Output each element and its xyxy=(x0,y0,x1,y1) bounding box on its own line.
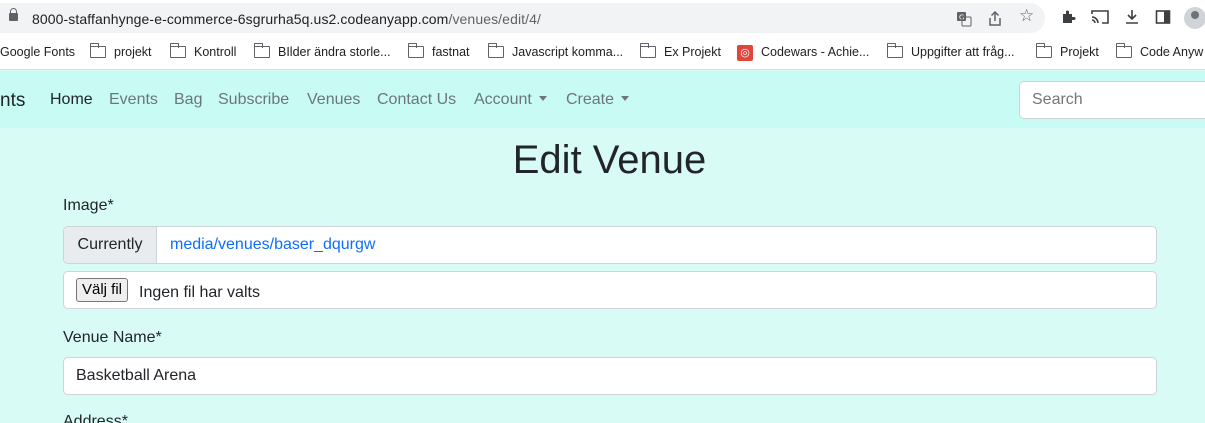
sidepanel-icon[interactable] xyxy=(1155,9,1171,29)
codewars-icon: ◎ xyxy=(737,45,753,61)
bookmark-javascript[interactable]: Javascript komma... xyxy=(512,45,623,59)
address-label: Address* xyxy=(63,413,128,423)
folder-icon xyxy=(886,43,903,58)
browser-toolbar: 8000-staffanhynge-e-commerce-6sgrurha5q.… xyxy=(0,0,1205,36)
folder-icon xyxy=(253,43,270,58)
lock-icon[interactable] xyxy=(9,8,18,21)
nav-home[interactable]: Home xyxy=(50,91,93,109)
translate-icon[interactable]: G xyxy=(956,11,972,29)
venue-name-input[interactable] xyxy=(63,357,1157,395)
file-status-text: Ingen fil har valts xyxy=(139,284,260,301)
page-title: Edit Venue xyxy=(512,138,707,182)
folder-icon xyxy=(169,43,186,58)
share-icon[interactable] xyxy=(988,10,1002,29)
choose-file-button[interactable]: Välj fil xyxy=(76,278,129,302)
star-icon[interactable]: ☆ xyxy=(1019,7,1034,24)
search-input[interactable] xyxy=(1019,81,1205,119)
nav-bag[interactable]: Bag xyxy=(174,91,202,109)
nav-events[interactable]: Events xyxy=(109,91,158,109)
caret-down-icon xyxy=(538,96,547,101)
folder-icon xyxy=(407,43,424,58)
bookmark-code-anywhere[interactable]: Code Anyw xyxy=(1140,45,1203,59)
url-text[interactable]: 8000-staffanhynge-e-commerce-6sgrurha5q.… xyxy=(32,11,541,27)
nav-contact-us[interactable]: Contact Us xyxy=(377,91,456,109)
bookmark-codewars[interactable]: Codewars - Achie... xyxy=(761,45,869,59)
bookmarks-bar: Google Fonts projekt Kontroll BIlder änd… xyxy=(0,36,1205,70)
folder-icon xyxy=(1035,43,1052,58)
url-host: 8000-staffanhynge-e-commerce-6sgrurha5q.… xyxy=(32,11,449,27)
address-bar[interactable]: 8000-staffanhynge-e-commerce-6sgrurha5q.… xyxy=(0,3,1045,33)
extensions-icon[interactable] xyxy=(1060,9,1076,29)
site-brand[interactable]: nts xyxy=(0,90,25,112)
nav-venues[interactable]: Venues xyxy=(307,91,360,109)
nav-subscribe[interactable]: Subscribe xyxy=(218,91,289,109)
download-icon[interactable] xyxy=(1124,9,1140,29)
current-image-group: Currently media/venues/baser_dqurgw xyxy=(63,226,1157,264)
nav-create-label: Create xyxy=(566,91,615,108)
bookmark-fastnat[interactable]: fastnat xyxy=(432,45,470,59)
bookmark-ex-projekt[interactable]: Ex Projekt xyxy=(664,45,721,59)
venue-name-label: Venue Name* xyxy=(63,329,162,346)
folder-icon xyxy=(1115,43,1132,58)
folder-icon xyxy=(487,43,504,58)
nav-account-label: Account xyxy=(474,91,532,108)
folder-icon xyxy=(89,43,106,58)
bookmark-projekt-2[interactable]: Projekt xyxy=(1060,45,1099,59)
nav-account-dropdown[interactable]: Account xyxy=(474,91,547,109)
current-image-link[interactable]: media/venues/baser_dqurgw xyxy=(170,236,375,254)
caret-down-icon xyxy=(621,96,630,101)
currently-label: Currently xyxy=(64,227,157,263)
bookmark-projekt[interactable]: projekt xyxy=(114,45,152,59)
nav-create-dropdown[interactable]: Create xyxy=(566,91,630,109)
bookmark-kontroll[interactable]: Kontroll xyxy=(194,45,236,59)
bookmark-uppgifter[interactable]: Uppgifter att fråg... xyxy=(911,45,1015,59)
site-navbar: nts Home Events Bag Subscribe Venues Con… xyxy=(0,71,1205,128)
url-path: /venues/edit/4/ xyxy=(448,11,542,27)
profile-icon[interactable] xyxy=(1184,7,1205,29)
bookmark-google-fonts[interactable]: Google Fonts xyxy=(0,45,75,59)
image-label: Image* xyxy=(63,197,114,214)
folder-icon xyxy=(639,43,656,58)
image-file-input[interactable]: Välj fil Ingen fil har valts xyxy=(63,271,1157,309)
cast-icon[interactable] xyxy=(1091,9,1109,29)
bookmark-bilder[interactable]: BIlder ändra storle... xyxy=(278,45,391,59)
